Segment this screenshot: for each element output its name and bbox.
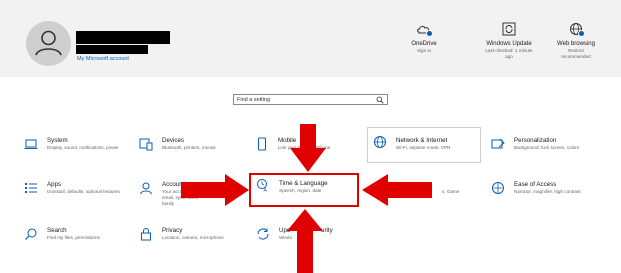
windows-update-subtitle: Last checked: 1 minute ago [485, 48, 533, 59]
search-icon [25, 228, 37, 240]
category-title: Search [47, 227, 67, 234]
onedrive-tile[interactable]: OneDrive Sign in [389, 22, 459, 54]
accounts-icon [140, 182, 152, 195]
category-desc: Uninstall, defaults, optional features [47, 189, 120, 194]
web-browsing-icon [569, 22, 585, 37]
category-personalization[interactable]: Personalization Background, lock screen,… [486, 133, 601, 171]
category-title: Apps [47, 181, 62, 188]
windows-update-icon [502, 22, 516, 36]
update-security-icon [257, 228, 269, 240]
windows-update-title: Windows Update [486, 41, 532, 47]
arrow-right-icon [181, 174, 249, 206]
category-ease-of-access[interactable]: Ease of Access Narrator, magnifier, high… [486, 177, 601, 215]
arrow-left-icon [362, 174, 432, 206]
devices-icon [139, 138, 153, 151]
redacted-username [76, 31, 170, 44]
category-desc: Narrator, magnifier, high contrast [514, 189, 581, 194]
arrow-down-icon [290, 124, 326, 172]
lock-icon [141, 228, 151, 241]
search-input[interactable]: Find a setting [233, 94, 388, 105]
account-header: My Microsoft account OneDrive Sign in Wi… [0, 0, 621, 77]
web-browsing-subtitle: Restore recommended [561, 48, 591, 59]
category-search[interactable]: Search Find my files, permissions [19, 223, 134, 261]
category-desc: Display, sound, notifications, power [47, 145, 119, 150]
onedrive-subtitle: Sign in [416, 48, 432, 53]
onedrive-title: OneDrive [411, 41, 437, 47]
category-devices[interactable]: Devices Bluetooth, printers, mouse [134, 133, 249, 171]
category-title: Personalization [514, 137, 557, 144]
phone-icon [258, 137, 266, 151]
globe-icon [374, 136, 386, 148]
category-desc: s, Game [442, 189, 460, 194]
personalization-icon [491, 138, 505, 149]
apps-icon [25, 183, 37, 193]
ease-of-access-icon [492, 182, 504, 194]
avatar[interactable] [26, 21, 71, 66]
laptop-icon [24, 139, 38, 149]
redacted-email [76, 45, 148, 54]
category-title: Devices [162, 137, 185, 144]
web-browsing-title: Web browsing [557, 41, 595, 47]
category-title: Network & Internet [396, 137, 448, 144]
user-icon [35, 30, 62, 56]
category-system[interactable]: System Display, sound, notifications, po… [19, 133, 134, 171]
web-browsing-tile[interactable]: Web browsing Restore recommended [541, 22, 611, 60]
category-apps[interactable]: Apps Uninstall, defaults, optional featu… [19, 177, 134, 215]
category-privacy[interactable]: Privacy Location, camera, microphone [134, 223, 249, 261]
category-desc: Background, lock screen, colors [514, 145, 580, 150]
category-desc: Wi-Fi, airplane mode, VPN [396, 145, 451, 150]
my-microsoft-account-link[interactable]: My Microsoft account [77, 56, 129, 62]
category-desc: Bluetooth, printers, mouse [162, 145, 216, 150]
search-placeholder: Find a setting [237, 97, 271, 103]
category-desc: Find my files, permissions [47, 235, 100, 240]
category-title: Privacy [162, 227, 183, 234]
category-network[interactable]: Network & Internet Wi-Fi, airplane mode,… [367, 127, 481, 163]
category-title: System [47, 137, 68, 144]
category-desc: Location, camera, microphone [162, 235, 224, 240]
search-icon [376, 96, 384, 104]
arrow-up-icon [287, 209, 323, 273]
highlight-box [249, 173, 359, 207]
windows-update-tile[interactable]: Windows Update Last checked: 1 minute ag… [474, 22, 544, 60]
onedrive-icon [417, 22, 433, 37]
category-title: Ease of Access [514, 181, 557, 188]
